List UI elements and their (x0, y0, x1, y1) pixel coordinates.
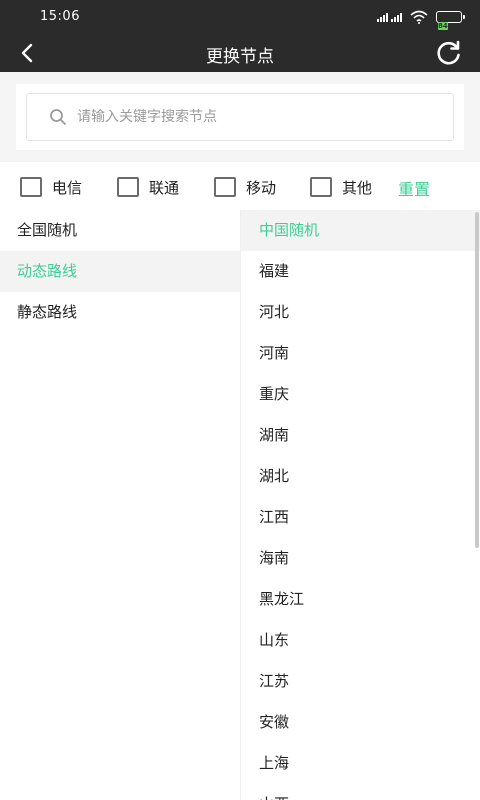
region-item[interactable]: 安徽 (241, 702, 480, 743)
checkbox[interactable] (310, 177, 332, 197)
region-item[interactable]: 福建 (241, 251, 480, 292)
checkbox[interactable] (214, 177, 236, 197)
filter-row: 电信 联通 移动 其他 重置 (0, 162, 480, 210)
region-item[interactable]: 河南 (241, 333, 480, 374)
battery-icon: 84 (436, 11, 465, 30)
wifi-icon (410, 10, 428, 24)
filter-unicom[interactable]: 联通 (117, 176, 179, 198)
scrollbar[interactable] (475, 212, 479, 548)
region-item[interactable]: 上海 (241, 743, 480, 784)
region-item-selected[interactable]: 中国随机 (241, 210, 480, 251)
search-field[interactable] (26, 93, 454, 141)
region-item[interactable]: 山东 (241, 620, 480, 661)
status-bar: 15:06 84 (0, 0, 480, 34)
filter-label: 联通 (149, 178, 180, 197)
region-item[interactable]: 河北 (241, 292, 480, 333)
category-item[interactable]: 全国随机 (0, 210, 240, 251)
signal-icon (377, 12, 402, 22)
region-item[interactable]: 湖南 (241, 415, 480, 456)
region-item[interactable]: 湖北 (241, 456, 480, 497)
search-icon (50, 109, 66, 125)
category-item[interactable]: 静态路线 (0, 292, 240, 333)
category-list: 全国随机 动态路线 静态路线 (0, 210, 240, 800)
category-item-selected[interactable]: 动态路线 (0, 251, 240, 292)
region-list[interactable]: 中国随机 福建 河北 河南 重庆 湖南 湖北 江西 海南 黑龙江 山东 江苏 安… (240, 210, 480, 800)
checkbox[interactable] (117, 177, 139, 197)
region-item[interactable]: 重庆 (241, 374, 480, 415)
filter-telecom[interactable]: 电信 (20, 176, 82, 198)
region-item[interactable]: 海南 (241, 538, 480, 579)
status-icons: 84 (377, 10, 465, 30)
region-item[interactable]: 黑龙江 (241, 579, 480, 620)
search-box (16, 84, 464, 150)
checkbox[interactable] (20, 177, 42, 197)
search-area (0, 72, 480, 162)
reset-button[interactable]: 重置 (398, 176, 430, 200)
refresh-icon (437, 40, 460, 65)
search-input[interactable] (77, 102, 437, 132)
page-title: 更换节点 (206, 47, 274, 67)
filter-label: 其他 (342, 178, 373, 197)
region-item[interactable]: 江西 (241, 497, 480, 538)
region-item[interactable]: 山西 (241, 784, 480, 800)
filter-other[interactable]: 其他 (310, 176, 372, 198)
title-bar: 更换节点 (0, 34, 480, 72)
filter-mobile[interactable]: 移动 (214, 176, 276, 198)
filter-label: 移动 (246, 178, 277, 197)
filter-label: 电信 (52, 178, 83, 197)
battery-level: 84 (438, 22, 448, 30)
region-item[interactable]: 江苏 (241, 661, 480, 702)
refresh-button[interactable] (434, 38, 464, 68)
status-time: 15:06 (40, 9, 80, 24)
